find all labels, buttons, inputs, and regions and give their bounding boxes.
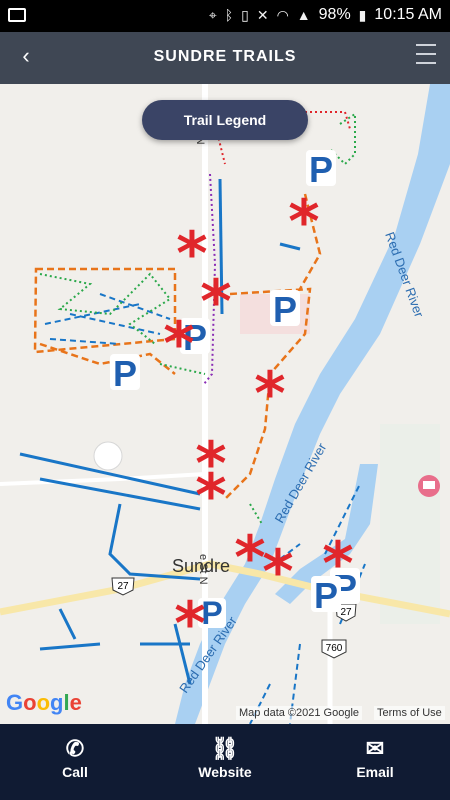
vibrate-icon: ▯ (241, 6, 249, 23)
email-button[interactable]: ✉ Email (315, 734, 435, 780)
google-logo: Google (6, 690, 82, 715)
link-icon: ⛓ (211, 736, 239, 761)
parking-marker[interactable]: P (306, 149, 336, 190)
battery-icon: ▮ (358, 6, 367, 23)
menu-icon-line (416, 44, 436, 46)
hwy-27-right-label: 27 (340, 607, 352, 618)
status-right: ⌖ ᛒ ▯ ✕ ◠ ▲ 98% ▮ 10:15 AM (209, 6, 442, 24)
terms-of-use-link[interactable]: Terms of Use (374, 706, 445, 720)
trailhead-marker[interactable]: * (234, 523, 265, 593)
parking-marker[interactable]: P (110, 353, 140, 394)
trail-legend-button[interactable]: Trail Legend (142, 100, 308, 140)
battery-percentage: 98% (318, 6, 351, 23)
wifi-icon: ◠ (276, 6, 289, 23)
hwy-27-left-label: 27 (117, 581, 129, 592)
phone-icon: ✆ (65, 736, 85, 761)
call-button[interactable]: ✆ Call (15, 734, 135, 780)
trailhead-marker[interactable]: * (254, 359, 285, 429)
clock: 10:15 AM (374, 6, 442, 23)
bottom-action-bar: ✆ Call ⛓ Website ✉ Email (0, 724, 450, 800)
trailhead-marker[interactable]: * (288, 187, 319, 257)
gallery-notification-icon (8, 8, 26, 22)
status-bar: ⌖ ᛒ ▯ ✕ ◠ ▲ 98% ▮ 10:15 AM (0, 0, 450, 32)
trailhead-marker[interactable]: * (195, 461, 226, 531)
menu-icon-line (416, 62, 436, 64)
street-label: e St N (197, 554, 209, 585)
trailhead-marker[interactable]: * (322, 529, 353, 599)
trailhead-marker[interactable]: * (262, 537, 293, 607)
map-view[interactable]: 27 27 760 Red Deer River Red Deer River … (0, 84, 450, 724)
svg-text:P: P (273, 289, 297, 330)
trailhead-marker[interactable]: * (163, 309, 194, 379)
map-attribution: Map data ©2021 Google (236, 706, 363, 720)
website-label: Website (198, 764, 252, 780)
location-icon: ⌖ (208, 6, 217, 23)
menu-icon-line (416, 53, 436, 55)
bluetooth-icon: ᛒ (224, 7, 234, 23)
menu-button[interactable] (416, 44, 436, 64)
mail-icon: ✉ (365, 736, 385, 761)
mute-icon: ✕ (256, 6, 269, 23)
svg-text:P: P (113, 353, 137, 394)
page-title: SUNDRE TRAILS (153, 48, 297, 65)
email-label: Email (356, 764, 394, 780)
trailhead-marker[interactable]: * (174, 589, 205, 659)
svg-text:P: P (309, 149, 333, 190)
website-button[interactable]: ⛓ Website (165, 734, 285, 780)
hwy-760-label: 760 (326, 643, 343, 654)
signal-icon: ▲ (296, 7, 311, 23)
call-label: Call (62, 764, 88, 780)
map-canvas[interactable]: 27 27 760 Red Deer River Red Deer River … (0, 84, 450, 724)
parking-marker[interactable]: P (270, 289, 300, 330)
trailhead-marker[interactable]: * (200, 267, 231, 337)
app-header: ‹ SUNDRE TRAILS (0, 32, 450, 84)
